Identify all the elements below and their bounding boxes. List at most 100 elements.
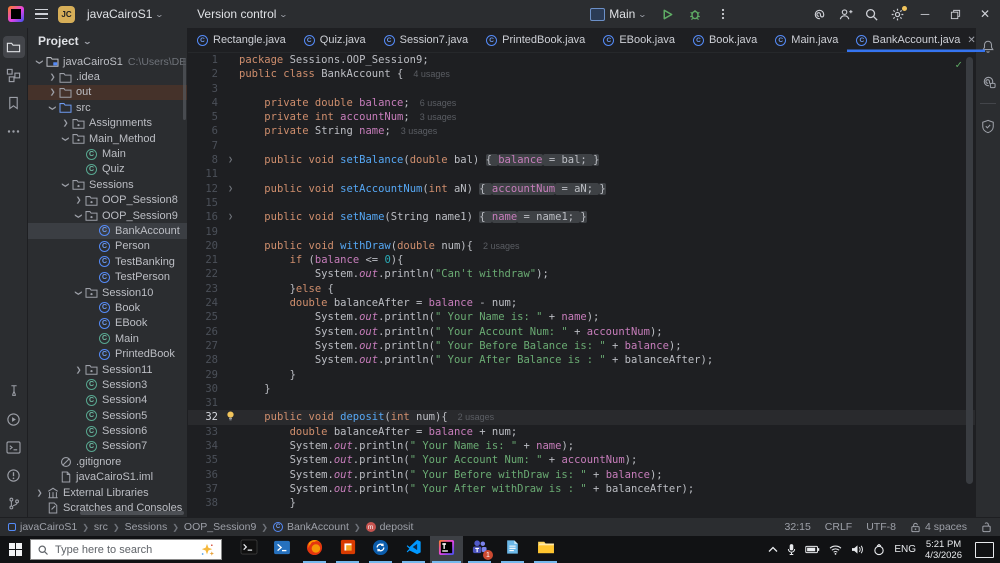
line-number[interactable]: 2 bbox=[188, 67, 222, 81]
language-indicator[interactable]: ENG bbox=[894, 544, 916, 555]
tree-item-main[interactable]: C Main bbox=[28, 146, 187, 161]
taskbar-app-office[interactable] bbox=[331, 536, 364, 563]
terminal-toolwindow-button[interactable] bbox=[3, 436, 25, 458]
taskbar-app-explorer[interactable] bbox=[529, 536, 562, 563]
run-toolwindow-button[interactable] bbox=[3, 408, 25, 430]
tree-item-testperson[interactable]: C TestPerson bbox=[28, 269, 187, 284]
start-button[interactable] bbox=[0, 536, 30, 563]
tree-chevron-icon[interactable]: ❯ bbox=[34, 489, 45, 497]
line-number[interactable]: 15 bbox=[188, 196, 222, 210]
run-configuration-selector[interactable]: Main ⌄ bbox=[584, 4, 652, 24]
caret-position-widget[interactable]: 32:15 bbox=[785, 521, 811, 533]
tree-item-out[interactable]: ❯ out bbox=[28, 84, 187, 101]
taskbar-app-vscode[interactable] bbox=[397, 536, 430, 563]
code-line-22[interactable]: 22 System.out.println("Can't withdraw"); bbox=[188, 267, 975, 281]
tree-chevron-icon[interactable]: ❯ bbox=[62, 133, 70, 144]
battery-icon[interactable] bbox=[805, 545, 820, 554]
tree-item-session11[interactable]: ❯ Session11 bbox=[28, 362, 187, 377]
line-number[interactable]: 11 bbox=[188, 167, 222, 181]
usages-hint[interactable]: 6 usages bbox=[420, 98, 457, 108]
line-number[interactable]: 20 bbox=[188, 239, 222, 253]
code-line-11[interactable]: 11 bbox=[188, 167, 975, 181]
tree-item-ebook[interactable]: C EBook bbox=[28, 316, 187, 331]
code-line-6[interactable]: 6 private String name; 3 usages bbox=[188, 124, 975, 138]
code-line-21[interactable]: 21 if (balance <= 0){ bbox=[188, 253, 975, 267]
code-line-23[interactable]: 23 }else { bbox=[188, 282, 975, 296]
line-number[interactable]: 8 bbox=[188, 153, 222, 167]
search-everywhere-button[interactable] bbox=[858, 3, 884, 25]
usages-hint[interactable]: 2 usages bbox=[483, 241, 520, 251]
ai-assistant-button[interactable] bbox=[806, 3, 832, 25]
tree-item-javacairos1[interactable]: ❯ javaCairoS1 C:\Users\DELL\J bbox=[28, 54, 188, 69]
line-number[interactable]: 35 bbox=[188, 453, 222, 467]
line-number[interactable]: 31 bbox=[188, 396, 222, 410]
line-number[interactable]: 7 bbox=[188, 139, 222, 153]
tree-chevron-icon[interactable]: ❯ bbox=[75, 287, 83, 298]
tree-item-external-libraries[interactable]: ❯ External Libraries bbox=[28, 485, 187, 500]
line-number[interactable]: 30 bbox=[188, 382, 222, 396]
tree-item-quiz[interactable]: C Quiz bbox=[28, 162, 187, 177]
window-close-button[interactable]: ✕ bbox=[970, 0, 1000, 28]
tray-expand-button[interactable] bbox=[768, 546, 778, 553]
line-number[interactable]: 33 bbox=[188, 425, 222, 439]
tab-bankaccount-java[interactable]: C BankAccount.java ✕ bbox=[847, 28, 984, 52]
code-line-25[interactable]: 25 System.out.println(" Your Name is: " … bbox=[188, 310, 975, 324]
project-toolwindow-button[interactable] bbox=[2, 36, 25, 58]
build-toolwindow-button[interactable] bbox=[3, 380, 25, 402]
code-line-12[interactable]: 12 ❯ public void setAccountNum(int aN) { … bbox=[188, 182, 975, 196]
line-number[interactable]: 29 bbox=[188, 368, 222, 382]
line-number[interactable]: 34 bbox=[188, 439, 222, 453]
breadcrumb-item-javacairos1[interactable]: javaCairoS1 bbox=[8, 521, 77, 533]
tree-chevron-icon[interactable]: ❯ bbox=[60, 119, 71, 127]
usages-hint[interactable]: 2 usages bbox=[458, 412, 495, 422]
vcs-widget[interactable]: Version control ⌄ bbox=[191, 4, 293, 24]
code-line-5[interactable]: 5 private int accountNum; 3 usages bbox=[188, 110, 975, 124]
line-number[interactable]: 5 bbox=[188, 110, 222, 124]
code-line-31[interactable]: 31 bbox=[188, 396, 975, 410]
breadcrumb-item-bankaccount[interactable]: C BankAccount bbox=[273, 521, 349, 533]
code-line-20[interactable]: 20 public void withDraw(double num){2 us… bbox=[188, 239, 975, 253]
code-line-34[interactable]: 34 System.out.println(" Your Name is: " … bbox=[188, 439, 975, 453]
tab-rectangle-java[interactable]: C Rectangle.java bbox=[188, 28, 295, 52]
tree-item-session7[interactable]: C Session7 bbox=[28, 439, 187, 454]
code-line-33[interactable]: 33 double balanceAfter = balance + num; bbox=[188, 425, 975, 439]
line-number[interactable]: 12 bbox=[188, 182, 222, 196]
code-line-30[interactable]: 30 } bbox=[188, 382, 975, 396]
line-number[interactable]: 24 bbox=[188, 296, 222, 310]
project-switcher[interactable]: javaCairoS1 ⌄ bbox=[81, 4, 169, 24]
tree-item-main-method[interactable]: ❯ Main_Method bbox=[28, 131, 187, 146]
line-number[interactable]: 23 bbox=[188, 282, 222, 296]
tree-item-src[interactable]: ❯ src bbox=[28, 100, 187, 115]
code-line-27[interactable]: 27 System.out.println(" Your Before Bala… bbox=[188, 339, 975, 353]
taskbar-app-powershell[interactable] bbox=[265, 536, 298, 563]
taskbar-app-intellij[interactable] bbox=[430, 536, 463, 563]
tree-item--idea[interactable]: ❯ .idea bbox=[28, 69, 187, 84]
tree-item-assignments[interactable]: ❯ Assignments bbox=[28, 116, 187, 131]
line-number[interactable]: 37 bbox=[188, 482, 222, 496]
fold-arrow-icon[interactable]: ❯ bbox=[222, 210, 239, 224]
microphone-icon[interactable] bbox=[787, 543, 796, 556]
usages-hint[interactable]: 3 usages bbox=[420, 112, 457, 122]
window-minimize-button[interactable]: ─ bbox=[910, 0, 940, 28]
project-horizontal-scrollbar[interactable] bbox=[80, 511, 184, 515]
line-number[interactable]: 36 bbox=[188, 468, 222, 482]
breadcrumb-item-sessions[interactable]: Sessions bbox=[125, 521, 168, 533]
breadcrumb-item-oop_session9[interactable]: OOP_Session9 bbox=[184, 521, 256, 533]
code-line-24[interactable]: 24 double balanceAfter = balance - num; bbox=[188, 296, 975, 310]
indent-widget[interactable]: 4 spaces bbox=[910, 521, 967, 533]
action-center-button[interactable] bbox=[975, 541, 994, 558]
code-line-1[interactable]: 1 package Sessions.OOP_Session9; bbox=[188, 53, 975, 67]
code-line-19[interactable]: 19 bbox=[188, 225, 975, 239]
tree-item-person[interactable]: C Person bbox=[28, 239, 187, 254]
readonly-toggle[interactable] bbox=[981, 521, 992, 533]
line-number[interactable]: 3 bbox=[188, 82, 222, 96]
tab-quiz-java[interactable]: C Quiz.java bbox=[295, 28, 375, 52]
line-number[interactable]: 32 bbox=[188, 410, 222, 424]
code-line-8[interactable]: 8 ❯ public void setBalance(double bal) { … bbox=[188, 153, 975, 167]
code-line-28[interactable]: 28 System.out.println(" Your After Balan… bbox=[188, 353, 975, 367]
tree-item-oop-session9[interactable]: ❯ OOP_Session9 bbox=[28, 208, 187, 223]
more-actions-button[interactable] bbox=[710, 3, 736, 25]
breadcrumb-item-deposit[interactable]: m deposit bbox=[365, 521, 413, 533]
tree-item-oop-session8[interactable]: ❯ OOP_Session8 bbox=[28, 193, 187, 208]
onedrive-tray-icon[interactable] bbox=[873, 543, 885, 556]
